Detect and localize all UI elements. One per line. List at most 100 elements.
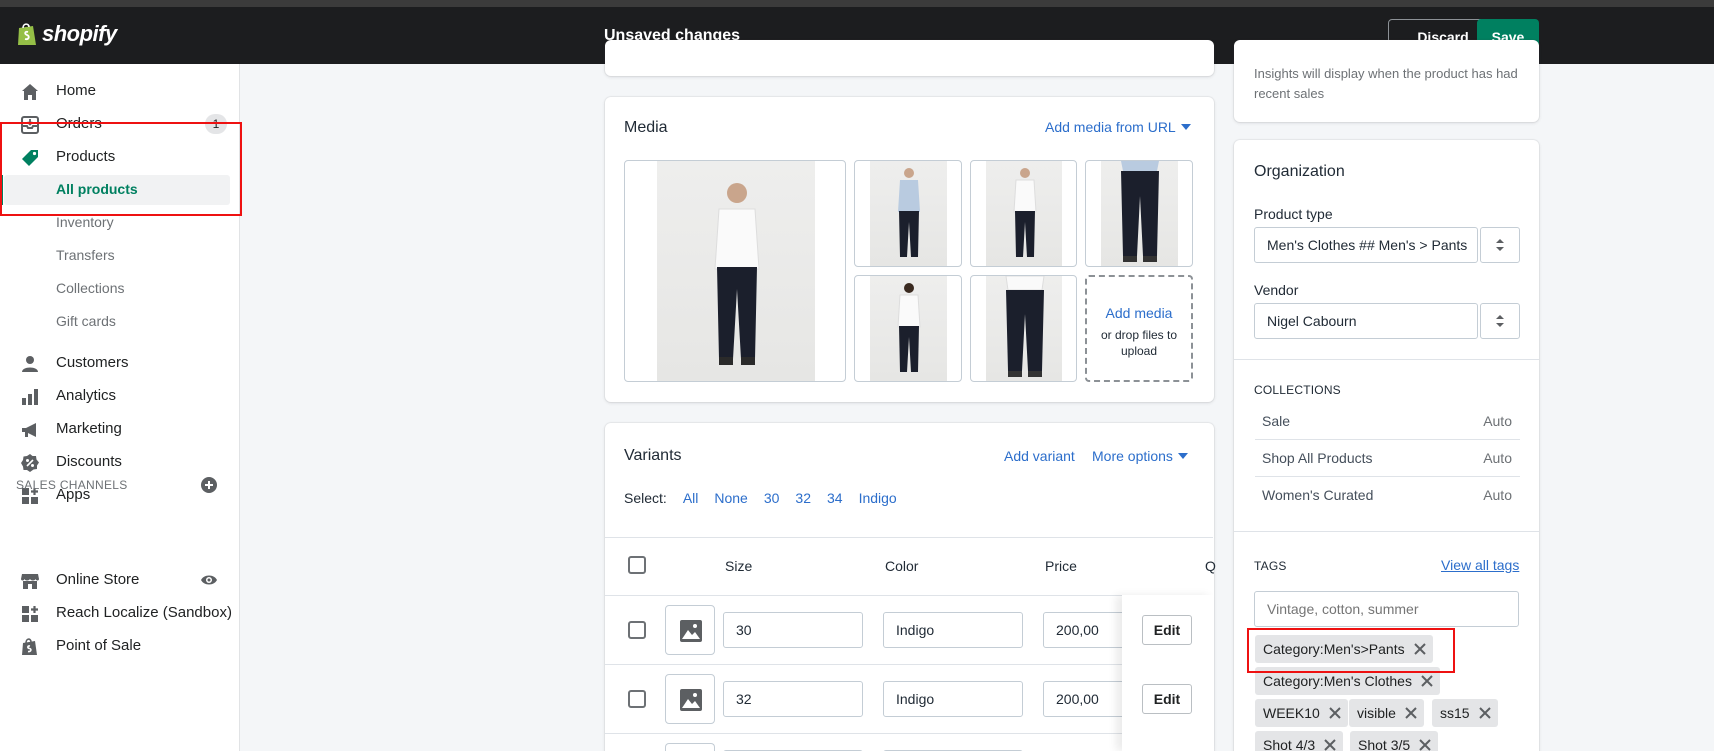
drop-files-text: or drop files to upload <box>1100 328 1178 358</box>
sidebar-item-analytics[interactable]: Analytics <box>0 381 240 411</box>
view-all-tags-link[interactable]: View all tags <box>1441 557 1519 573</box>
add-media-link[interactable]: Add media <box>1087 305 1191 321</box>
tag-label: Category:Men's>Pants <box>1263 641 1405 657</box>
remove-tag-icon[interactable] <box>1420 674 1434 688</box>
select-label: Select: <box>624 490 667 506</box>
remove-tag-icon[interactable] <box>1413 642 1427 656</box>
vendor-select-toggle[interactable] <box>1480 303 1520 339</box>
eye-icon[interactable] <box>200 571 218 589</box>
remove-tag-icon[interactable] <box>1328 706 1342 720</box>
orders-icon <box>21 116 39 134</box>
media-thumb-2[interactable] <box>970 160 1077 267</box>
media-thumb-5[interactable] <box>970 275 1077 382</box>
add-variant-link[interactable]: Add variant <box>1004 448 1075 464</box>
card-above <box>605 40 1214 76</box>
bar-chart-icon <box>22 389 38 405</box>
collection-row[interactable]: Shop All Products Auto <box>1255 440 1520 477</box>
add-media-url-label: Add media from URL <box>1045 119 1176 135</box>
select-indigo-link[interactable]: Indigo <box>859 490 897 506</box>
tags-input[interactable] <box>1254 591 1519 627</box>
person-icon <box>22 356 38 372</box>
remove-tag-icon[interactable] <box>1418 738 1432 751</box>
media-card: Media Add media from URL Add media or dr… <box>605 97 1214 402</box>
variant-color-input[interactable]: Indigo <box>883 612 1023 648</box>
edit-variant-button[interactable]: Edit <box>1142 615 1192 645</box>
sidebar-item-label: Inventory <box>56 214 114 230</box>
media-thumb-1[interactable] <box>854 160 962 267</box>
variant-size-input[interactable]: 30 <box>723 612 863 648</box>
section-divider <box>1234 531 1539 532</box>
sidebar-item-home[interactable]: Home <box>0 76 240 106</box>
edit-variant-button[interactable]: Edit <box>1142 684 1192 714</box>
vendor-label: Vendor <box>1254 282 1299 298</box>
image-icon <box>680 689 702 711</box>
add-media-dropzone[interactable]: Add media or drop files to upload <box>1085 275 1193 382</box>
variant-image-placeholder[interactable] <box>665 743 715 751</box>
remove-tag-icon[interactable] <box>1404 706 1418 720</box>
select-all-checkbox[interactable] <box>628 556 646 574</box>
home-icon <box>22 84 38 100</box>
media-main-image[interactable] <box>624 160 846 382</box>
tag-label: Shot 3/5 <box>1358 737 1411 751</box>
model-figure <box>1121 161 1159 262</box>
sidebar-item-label: Transfers <box>56 247 115 263</box>
select-arrows-icon <box>1496 315 1504 327</box>
sidebar-item-marketing[interactable]: Marketing <box>0 414 240 444</box>
sidebar-item-orders[interactable]: Orders 1 <box>0 109 240 139</box>
product-type-input[interactable]: Men's Clothes ## Men's > Pants <box>1254 227 1478 263</box>
select-all-link[interactable]: All <box>683 490 699 506</box>
model-figure <box>897 283 921 372</box>
sidebar-item-discounts[interactable]: Discounts <box>0 447 240 477</box>
add-channel-icon[interactable] <box>200 476 218 494</box>
sidebar-item-label: Gift cards <box>56 313 116 329</box>
product-type-select-toggle[interactable] <box>1480 227 1520 263</box>
variant-image-placeholder[interactable] <box>665 605 715 655</box>
tag-label: visible <box>1357 705 1396 721</box>
vendor-input[interactable]: Nigel Cabourn <box>1254 303 1478 339</box>
apps-icon <box>22 606 38 622</box>
add-media-url-link[interactable]: Add media from URL <box>1045 119 1191 135</box>
caret-down-icon <box>1177 453 1188 459</box>
variant-select-row: Select: All None 30 32 34 Indigo <box>624 490 913 506</box>
sidebar-item-customers[interactable]: Customers <box>0 348 240 378</box>
media-thumb-4[interactable] <box>854 275 962 382</box>
more-options-link[interactable]: More options <box>1092 448 1188 464</box>
select-32-link[interactable]: 32 <box>795 490 811 506</box>
media-thumb-3[interactable] <box>1085 160 1193 267</box>
orders-count-badge: 1 <box>205 114 227 134</box>
tag-chip: Category:Men's Clothes <box>1255 667 1440 695</box>
remove-tag-icon[interactable] <box>1323 738 1337 751</box>
shopify-logo[interactable]: shopify <box>16 21 117 47</box>
sidebar-item-reach-localize[interactable]: Reach Localize (Sandbox) <box>0 598 240 628</box>
product-photo <box>986 161 1062 266</box>
select-none-link[interactable]: None <box>714 490 747 506</box>
sidebar-item-gift-cards[interactable]: Gift cards <box>0 307 240 337</box>
variants-title: Variants <box>624 447 682 464</box>
sidebar-item-transfers[interactable]: Transfers <box>0 241 240 271</box>
variant-size-input[interactable]: 32 <box>723 681 863 717</box>
collection-name: Sale <box>1262 413 1291 429</box>
variant-color-input[interactable]: Indigo <box>883 681 1023 717</box>
select-34-link[interactable]: 34 <box>827 490 843 506</box>
tag-label: Category:Men's Clothes <box>1263 673 1412 689</box>
sidebar-item-collections[interactable]: Collections <box>0 274 240 304</box>
model-figure <box>1013 168 1037 257</box>
collection-type: Auto <box>1483 413 1512 429</box>
sidebar-item-inventory[interactable]: Inventory <box>0 208 240 238</box>
variant-row-checkbox[interactable] <box>628 621 646 639</box>
sidebar-item-products[interactable]: Products <box>0 142 240 172</box>
remove-tag-icon[interactable] <box>1478 706 1492 720</box>
product-photo <box>870 161 947 266</box>
collection-row[interactable]: Sale Auto <box>1255 403 1520 440</box>
more-options-label: More options <box>1092 448 1173 464</box>
sidebar-item-all-products[interactable]: All products <box>4 175 230 205</box>
sidebar-item-point-of-sale[interactable]: Point of Sale <box>0 631 240 661</box>
browser-strip <box>0 0 1714 7</box>
variant-image-placeholder[interactable] <box>665 674 715 724</box>
collection-row[interactable]: Women's Curated Auto <box>1255 477 1520 514</box>
product-photo <box>870 276 947 381</box>
variant-row-checkbox[interactable] <box>628 690 646 708</box>
product-type-label: Product type <box>1254 206 1333 222</box>
section-divider <box>1234 359 1539 360</box>
select-30-link[interactable]: 30 <box>764 490 780 506</box>
